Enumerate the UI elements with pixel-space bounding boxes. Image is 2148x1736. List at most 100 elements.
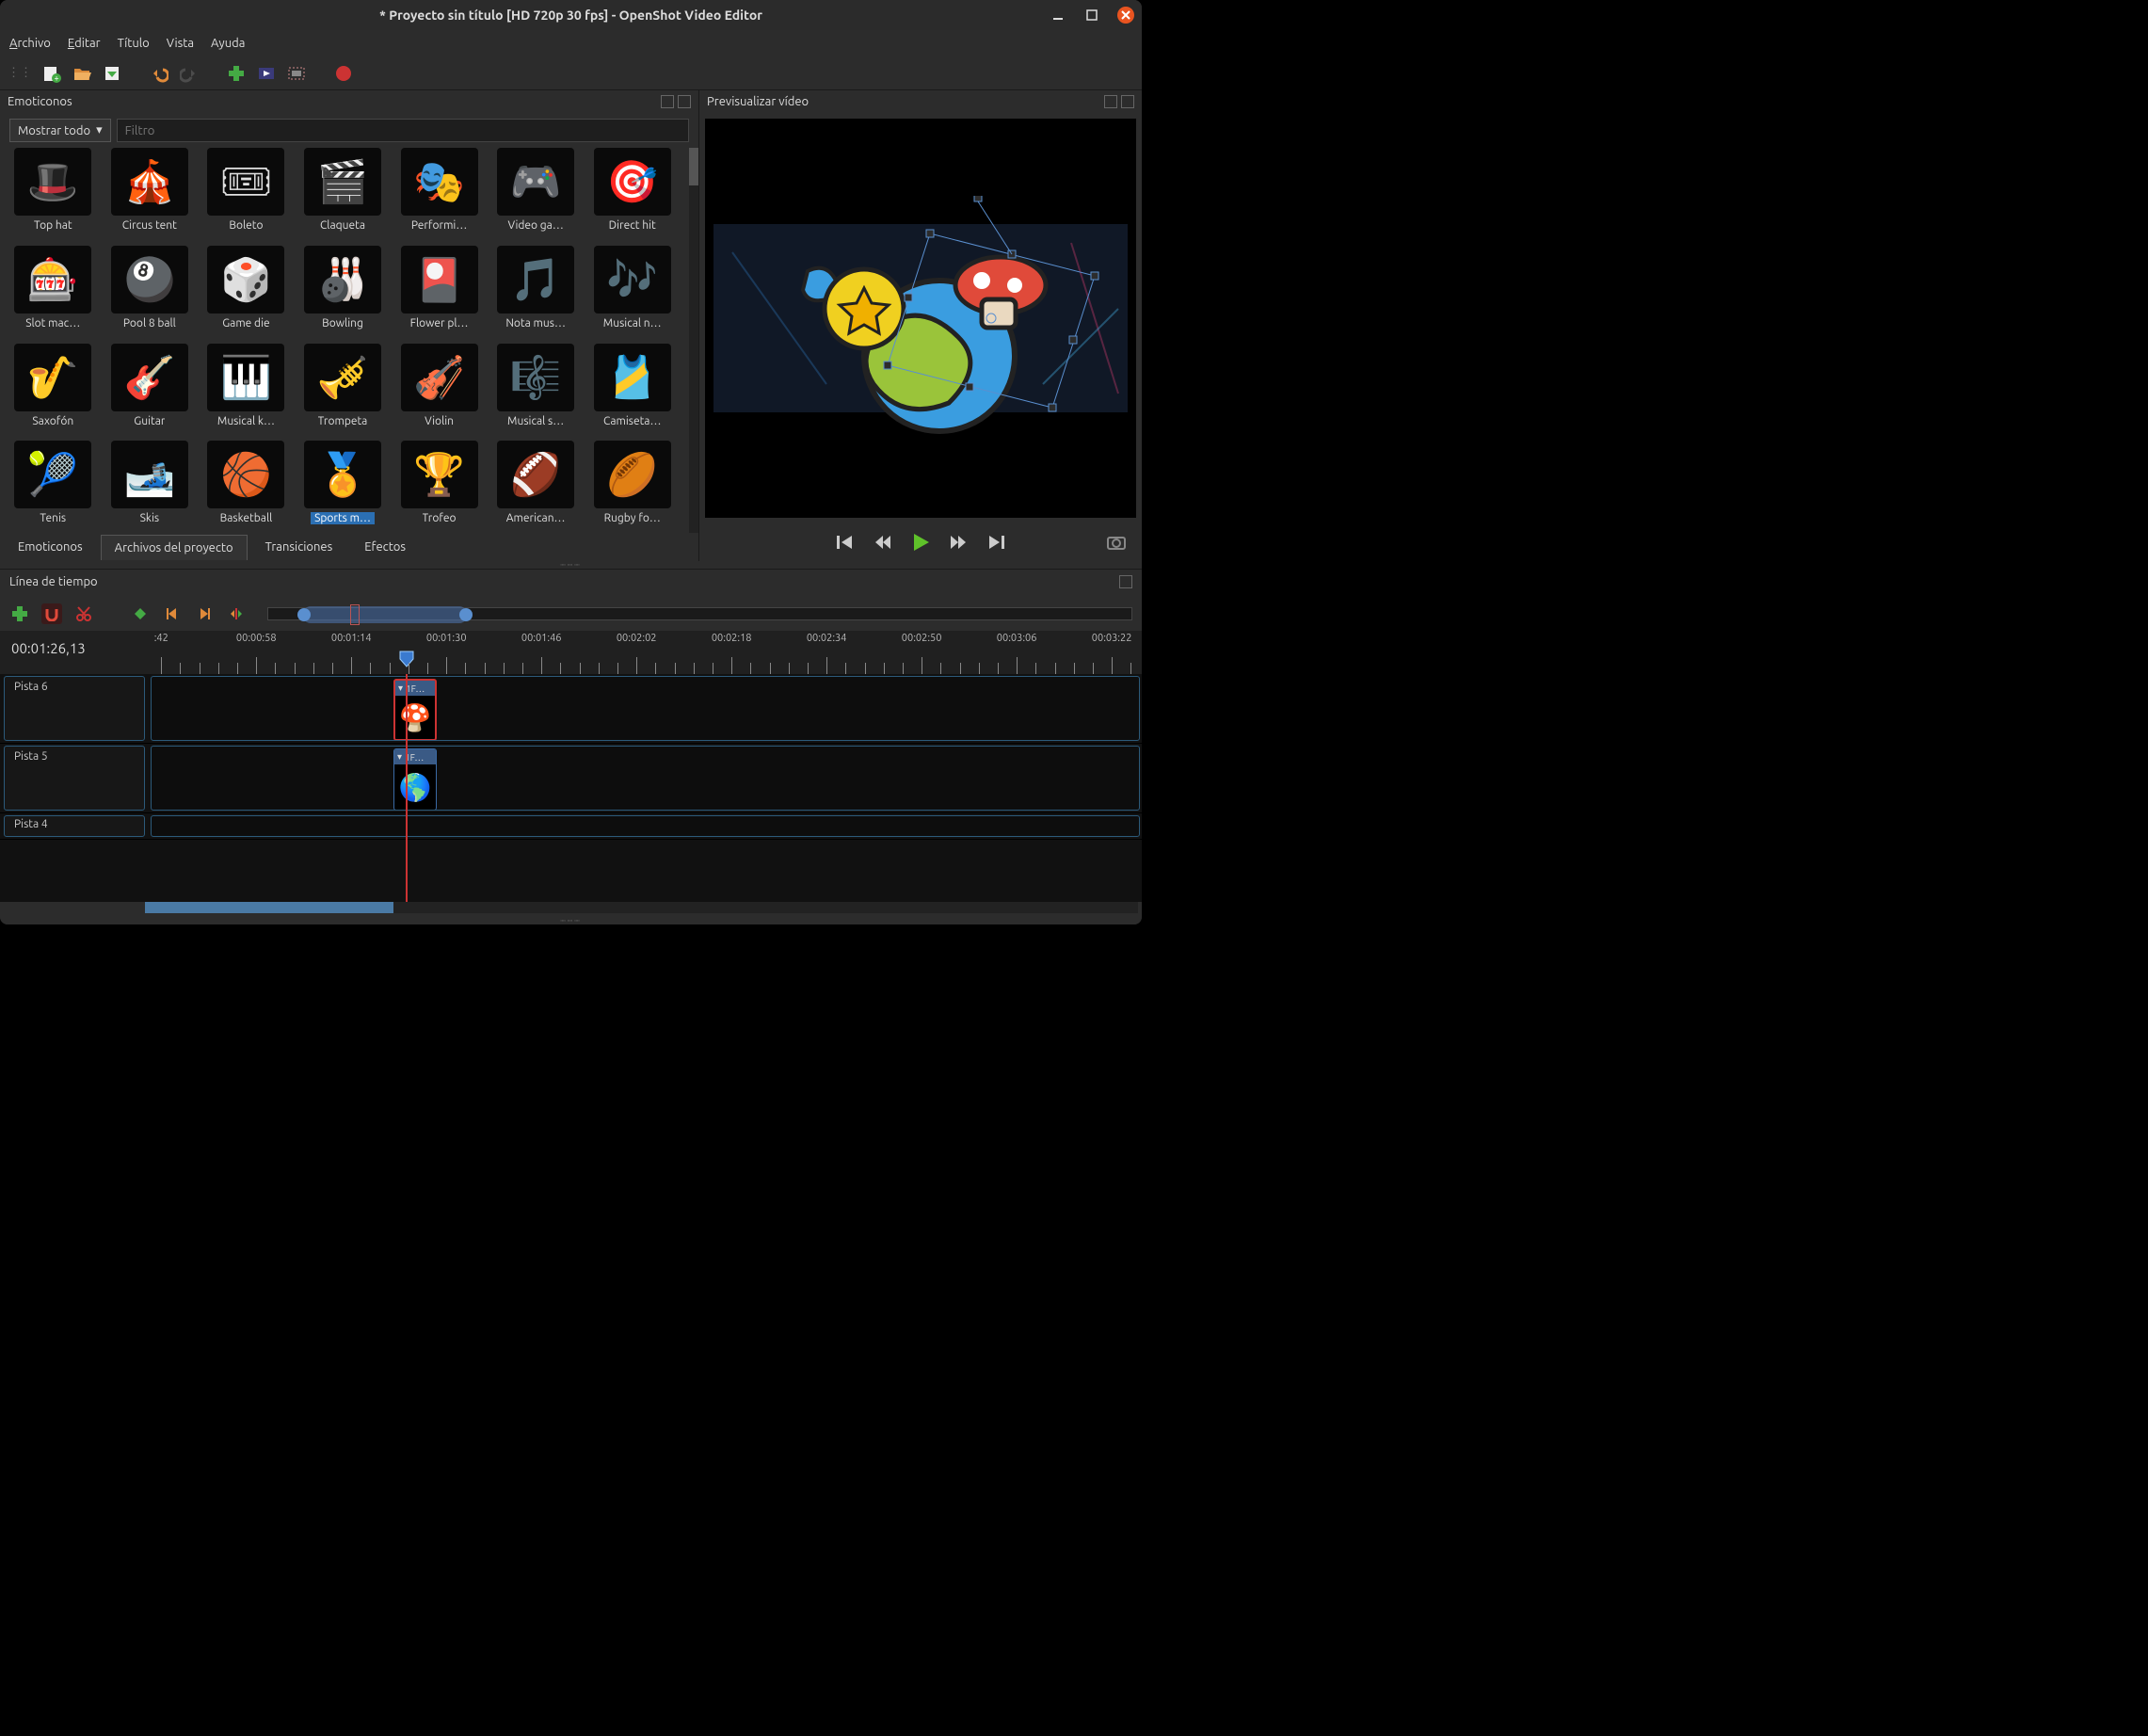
emoji-thumb: 🎸 xyxy=(111,344,188,411)
timeline-timecode: 00:01:26,13 xyxy=(0,631,141,674)
tab-transiciones[interactable]: Transiciones xyxy=(251,534,347,560)
track-body[interactable]: ▾1F…🍄 xyxy=(151,676,1140,741)
timeline-tracks: Pista 6▾1F…🍄Pista 5▾1F…🌎Pista 4 xyxy=(0,674,1142,902)
tab-efectos[interactable]: Efectos xyxy=(350,534,420,560)
play-icon[interactable] xyxy=(910,532,931,553)
emoji-thumb: 🏀 xyxy=(207,441,284,508)
emoji-label: Direct hit xyxy=(609,219,656,232)
emoji-label: Musical n… xyxy=(603,317,662,330)
emoji-item[interactable]: 🏅Sports m… xyxy=(297,441,389,533)
close-button[interactable] xyxy=(1117,7,1134,24)
save-project-icon[interactable] xyxy=(102,63,122,84)
emoji-item[interactable]: 🎳Bowling xyxy=(297,246,389,338)
timeline-clip[interactable]: ▾1F…🍄 xyxy=(393,679,437,741)
emoji-label: Trofeo xyxy=(423,512,457,524)
jump-end-icon[interactable] xyxy=(986,532,1006,553)
marker-prev-icon[interactable] xyxy=(162,603,183,624)
emoji-item[interactable]: 🎷Saxofón xyxy=(8,344,99,436)
horizontal-splitter[interactable]: ┉┉┉ xyxy=(0,917,1142,924)
emoji-item[interactable]: 🎼Musical s… xyxy=(490,344,582,436)
marker-next-icon[interactable] xyxy=(194,603,215,624)
emoji-item[interactable]: 🎩Top hat xyxy=(8,148,99,240)
track-body[interactable]: ▾1F…🌎 xyxy=(151,746,1140,811)
emoji-item[interactable]: 🏆Trofeo xyxy=(393,441,485,533)
svg-text:+: + xyxy=(54,73,58,83)
emoji-item[interactable]: 🎪Circus tent xyxy=(104,148,196,240)
emoji-item[interactable]: 🎹Musical k… xyxy=(200,344,292,436)
razor-icon[interactable] xyxy=(73,603,94,624)
playhead-line[interactable] xyxy=(406,674,408,902)
emoji-item[interactable]: 🎺Trompeta xyxy=(297,344,389,436)
playhead-icon[interactable] xyxy=(398,650,415,668)
emoji-item[interactable]: 🏀Basketball xyxy=(200,441,292,533)
timeline-ruler[interactable]: :4200:00:5800:01:1400:01:3000:01:4600:02… xyxy=(141,631,1142,674)
emoji-item[interactable]: 🎵Nota mus… xyxy=(490,246,582,338)
timeline-h-scrollbar[interactable] xyxy=(145,902,1138,913)
emoji-label: Claqueta xyxy=(320,219,365,232)
track-header[interactable]: Pista 4 xyxy=(4,815,145,837)
timeline-zoom-slider[interactable] xyxy=(267,607,1132,620)
track-header[interactable]: Pista 5 xyxy=(4,746,145,811)
emoji-item[interactable]: 🎭Performi… xyxy=(393,148,485,240)
minimize-button[interactable] xyxy=(1050,7,1066,24)
snapshot-icon[interactable] xyxy=(1106,532,1127,553)
emoji-thumb: 🎳 xyxy=(304,246,381,313)
preview-panel-title: Previsualizar vídeo xyxy=(707,95,809,108)
rewind-icon[interactable] xyxy=(873,532,893,553)
timeline-clip[interactable]: ▾1F…🌎 xyxy=(393,748,437,811)
emoji-item[interactable]: 🎱Pool 8 ball xyxy=(104,246,196,338)
horizontal-splitter[interactable]: ┉┉┉ xyxy=(0,561,1142,569)
emoji-item[interactable]: 🎽Camiseta… xyxy=(586,344,678,436)
menu-vista[interactable]: Vista xyxy=(167,37,194,50)
forward-icon[interactable] xyxy=(948,532,969,553)
open-project-icon[interactable] xyxy=(72,63,92,84)
panel-close-icon[interactable] xyxy=(678,95,691,108)
emoji-item[interactable]: 🎬Claqueta xyxy=(297,148,389,240)
add-track-icon[interactable] xyxy=(9,603,30,624)
maximize-button[interactable] xyxy=(1083,7,1100,24)
emoji-item[interactable]: 🎮Video ga… xyxy=(490,148,582,240)
new-project-icon[interactable]: + xyxy=(41,63,62,84)
panel-float-icon[interactable] xyxy=(1119,575,1132,588)
track-header[interactable]: Pista 6 xyxy=(4,676,145,741)
profile-icon[interactable] xyxy=(256,63,277,84)
emoji-item[interactable]: 🎾Tenis xyxy=(8,441,99,533)
panel-float-icon[interactable] xyxy=(661,95,674,108)
menu-titulo[interactable]: Título xyxy=(118,37,150,50)
fullscreen-icon[interactable] xyxy=(286,63,307,84)
preview-viewport[interactable] xyxy=(705,119,1136,518)
emoji-item[interactable]: 🏈American… xyxy=(490,441,582,533)
import-files-icon[interactable] xyxy=(226,63,247,84)
emoji-item[interactable]: 🎟Boleto xyxy=(200,148,292,240)
tab-archivos[interactable]: Archivos del proyecto xyxy=(101,535,248,560)
tab-emoticonos[interactable]: Emoticonos xyxy=(4,534,97,560)
emoji-item[interactable]: 🎻Violin xyxy=(393,344,485,436)
panel-float-icon[interactable] xyxy=(1104,95,1117,108)
track-body[interactable] xyxy=(151,815,1140,837)
undo-icon[interactable] xyxy=(149,63,169,84)
export-icon[interactable] xyxy=(333,63,354,84)
emoji-item[interactable]: 🎲Game die xyxy=(200,246,292,338)
menu-archivo[interactable]: Archivo xyxy=(9,37,51,50)
clip-thumb: 🌎 xyxy=(394,764,436,810)
emoji-item[interactable]: 🎿Skis xyxy=(104,441,196,533)
emoji-item[interactable]: 🎯Direct hit xyxy=(586,148,678,240)
emoji-item[interactable]: 🎶Musical n… xyxy=(586,246,678,338)
redo-icon[interactable] xyxy=(179,63,200,84)
filter-input[interactable] xyxy=(117,119,689,142)
snap-icon[interactable] xyxy=(41,603,62,624)
marker-add-icon[interactable] xyxy=(130,603,151,624)
filter-dropdown[interactable]: Mostrar todo▾ xyxy=(9,119,111,142)
emoji-item[interactable]: 🏉Rugby fo… xyxy=(586,441,678,533)
menu-editar[interactable]: Editar xyxy=(68,37,101,50)
clip-header: ▾1F… xyxy=(395,681,435,696)
ruler-label: 00:01:14 xyxy=(331,633,372,644)
panel-close-icon[interactable] xyxy=(1121,95,1134,108)
center-playhead-icon[interactable] xyxy=(226,603,247,624)
menu-ayuda[interactable]: Ayuda xyxy=(211,37,245,50)
emoji-item[interactable]: 🎸Guitar xyxy=(104,344,196,436)
jump-start-icon[interactable] xyxy=(835,532,856,553)
emoji-item[interactable]: 🎴Flower pl… xyxy=(393,246,485,338)
emoji-item[interactable]: 🎰Slot mac… xyxy=(8,246,99,338)
emoji-scrollbar[interactable] xyxy=(689,148,698,533)
